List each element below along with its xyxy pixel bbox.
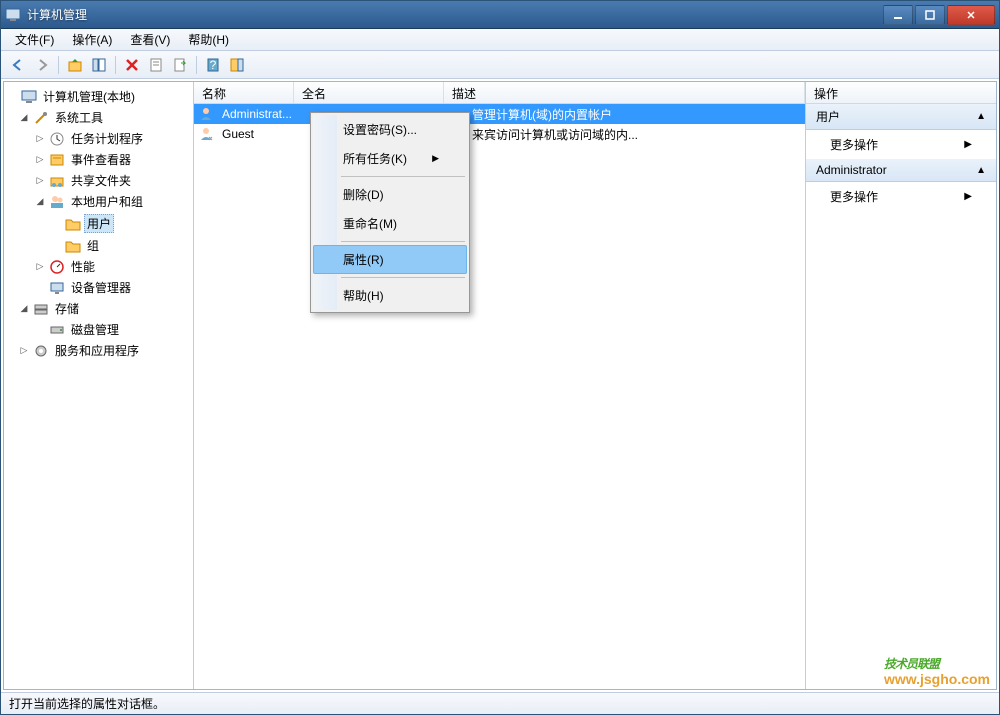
collapse-icon: ▲ (976, 111, 986, 122)
folder-icon (65, 216, 81, 232)
menu-file[interactable]: 文件(F) (7, 29, 62, 50)
cm-separator (341, 241, 465, 242)
storage-icon (33, 301, 49, 317)
performance-icon (49, 259, 65, 275)
tree-device-manager[interactable]: 设备管理器 (4, 277, 193, 298)
tools-icon (33, 110, 49, 126)
client-area: 计算机管理(本地) ◢系统工具 ▷任务计划程序 ▷事件查看器 ▷共享文件夹 ◢本… (3, 81, 997, 690)
list-row-guest[interactable]: Guest 来宾访问计算机或访问域的内... (194, 124, 805, 144)
tree-shared-folders[interactable]: ▷共享文件夹 (4, 170, 193, 191)
cm-properties[interactable]: 属性(R) (313, 245, 467, 274)
clock-icon (49, 131, 65, 147)
collapse-icon: ▲ (976, 165, 986, 176)
computer-icon (21, 89, 37, 105)
tree-users[interactable]: 用户 (4, 212, 193, 235)
show-hide-tree-button[interactable] (88, 54, 110, 76)
titlebar: 计算机管理 (1, 1, 999, 29)
cm-delete[interactable]: 删除(D) (313, 180, 467, 209)
app-icon (5, 7, 21, 23)
tree-groups[interactable]: 组 (4, 235, 193, 256)
back-button[interactable] (7, 54, 29, 76)
actions-pane: 操作 用户▲ 更多操作▶ Administrator▲ 更多操作▶ (806, 82, 996, 689)
actions-header: 操作 (806, 82, 996, 104)
list-pane: 名称 全名 描述 Administrat... 管理计算机(域)的内置帐户 Gu… (194, 82, 806, 689)
action-more-users[interactable]: 更多操作▶ (806, 130, 996, 159)
folder-icon (65, 238, 81, 254)
minimize-button[interactable] (883, 5, 913, 25)
close-button[interactable] (947, 5, 995, 25)
action-section-admin[interactable]: Administrator▲ (806, 159, 996, 182)
toolbar: ? (1, 51, 999, 79)
tree-performance[interactable]: ▷性能 (4, 256, 193, 277)
menu-help[interactable]: 帮助(H) (180, 29, 237, 50)
services-icon (33, 343, 49, 359)
action-pane-button[interactable] (226, 54, 248, 76)
shared-folder-icon (49, 173, 65, 189)
tree-services-apps[interactable]: ▷服务和应用程序 (4, 340, 193, 361)
tree-system-tools[interactable]: ◢系统工具 (4, 107, 193, 128)
list-header: 名称 全名 描述 (194, 82, 805, 104)
svg-text:?: ? (210, 58, 217, 72)
cm-all-tasks[interactable]: 所有任务(K)▶ (313, 144, 467, 173)
menu-action[interactable]: 操作(A) (64, 29, 120, 50)
users-icon (49, 194, 65, 210)
cm-set-password[interactable]: 设置密码(S)... (313, 115, 467, 144)
maximize-button[interactable] (915, 5, 945, 25)
list-body[interactable]: Administrat... 管理计算机(域)的内置帐户 Guest 来宾访问计… (194, 104, 805, 689)
cm-separator (341, 176, 465, 177)
event-icon (49, 152, 65, 168)
submenu-arrow-icon: ▶ (432, 153, 439, 164)
menubar: 文件(F) 操作(A) 查看(V) 帮助(H) (1, 29, 999, 51)
delete-button[interactable] (121, 54, 143, 76)
user-icon (198, 106, 214, 122)
context-menu: 设置密码(S)... 所有任务(K)▶ 删除(D) 重命名(M) 属性(R) 帮… (310, 112, 470, 313)
tree-disk-management[interactable]: 磁盘管理 (4, 319, 193, 340)
col-name[interactable]: 名称 (194, 82, 294, 103)
action-section-users[interactable]: 用户▲ (806, 104, 996, 130)
device-icon (49, 280, 65, 296)
action-more-admin[interactable]: 更多操作▶ (806, 182, 996, 211)
list-row-administrator[interactable]: Administrat... 管理计算机(域)的内置帐户 (194, 104, 805, 124)
cm-separator (341, 277, 465, 278)
col-desc[interactable]: 描述 (444, 82, 805, 103)
tree-local-users-groups[interactable]: ◢本地用户和组 (4, 191, 193, 212)
main-window: 计算机管理 文件(F) 操作(A) 查看(V) 帮助(H) ? 计算机管理(本地… (0, 0, 1000, 715)
help-button[interactable]: ? (202, 54, 224, 76)
tree-event-viewer[interactable]: ▷事件查看器 (4, 149, 193, 170)
cm-rename[interactable]: 重命名(M) (313, 209, 467, 238)
window-title: 计算机管理 (27, 6, 881, 23)
col-fullname[interactable]: 全名 (294, 82, 444, 103)
properties-button[interactable] (145, 54, 167, 76)
export-button[interactable] (169, 54, 191, 76)
up-button[interactable] (64, 54, 86, 76)
forward-button[interactable] (31, 54, 53, 76)
submenu-icon: ▶ (964, 191, 972, 202)
tree-storage[interactable]: ◢存储 (4, 298, 193, 319)
submenu-icon: ▶ (964, 139, 972, 150)
user-icon (198, 126, 214, 142)
cm-help[interactable]: 帮助(H) (313, 281, 467, 310)
tree-root[interactable]: 计算机管理(本地) (4, 86, 193, 107)
tree-pane[interactable]: 计算机管理(本地) ◢系统工具 ▷任务计划程序 ▷事件查看器 ▷共享文件夹 ◢本… (4, 82, 194, 689)
tree-task-scheduler[interactable]: ▷任务计划程序 (4, 128, 193, 149)
disk-icon (49, 322, 65, 338)
menu-view[interactable]: 查看(V) (122, 29, 178, 50)
statusbar: 打开当前选择的属性对话框。 (1, 692, 999, 714)
